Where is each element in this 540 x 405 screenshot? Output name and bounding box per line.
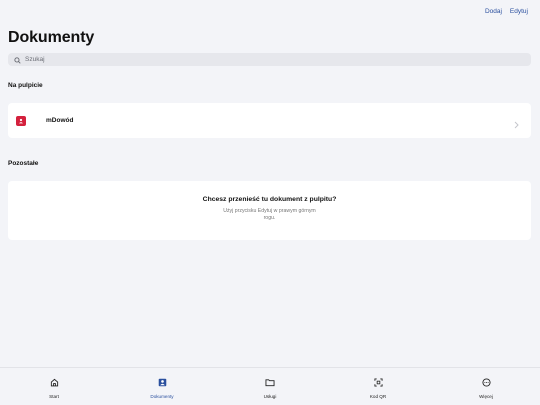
tab-start[interactable]: Start [0,368,108,405]
section-title-other: Pozostałe [8,160,39,167]
page-title: Dokumenty [8,29,95,46]
qr-scan-icon [373,374,383,392]
document-label: mDowód [46,117,74,124]
empty-state-card: Chcesz przenieść tu dokument z pulpitu? … [8,181,531,240]
search-icon [14,51,21,69]
documents-icon [158,374,167,392]
tab-qr-code[interactable]: Kod QR [324,368,432,405]
search-input[interactable] [25,56,505,63]
chevron-right-icon [514,116,519,134]
tab-label: Usługi [263,394,277,399]
empty-state-hint: Użyj przycisku Edytuj w prawym górnym ro… [223,208,316,222]
tab-more[interactable]: Więcej [432,368,540,405]
home-icon [50,374,59,392]
id-card-icon [16,115,26,126]
empty-state-title: Chcesz przenieść tu dokument z pulpitu? [202,196,337,203]
add-button[interactable]: Dodaj [485,8,502,15]
tab-services[interactable]: Usługi [216,368,324,405]
more-icon [481,374,491,392]
tab-documents[interactable]: Dokumenty [108,368,216,405]
folder-icon [265,374,275,392]
tab-label: Kod QR [369,394,387,399]
tab-label: Start [49,394,59,399]
section-title-desktop: Na pulpicie [8,82,43,89]
tab-label: Dokumenty [150,394,174,399]
edit-button[interactable]: Edytuj [510,8,528,15]
tab-label: Więcej [479,394,493,399]
document-row-mdowod[interactable]: mDowód [8,103,531,138]
top-actions: Dodaj Edytuj [485,8,528,15]
search-bar[interactable] [8,53,531,66]
tab-bar: Start Dokumenty Usługi Kod QR Więcej [0,367,540,405]
